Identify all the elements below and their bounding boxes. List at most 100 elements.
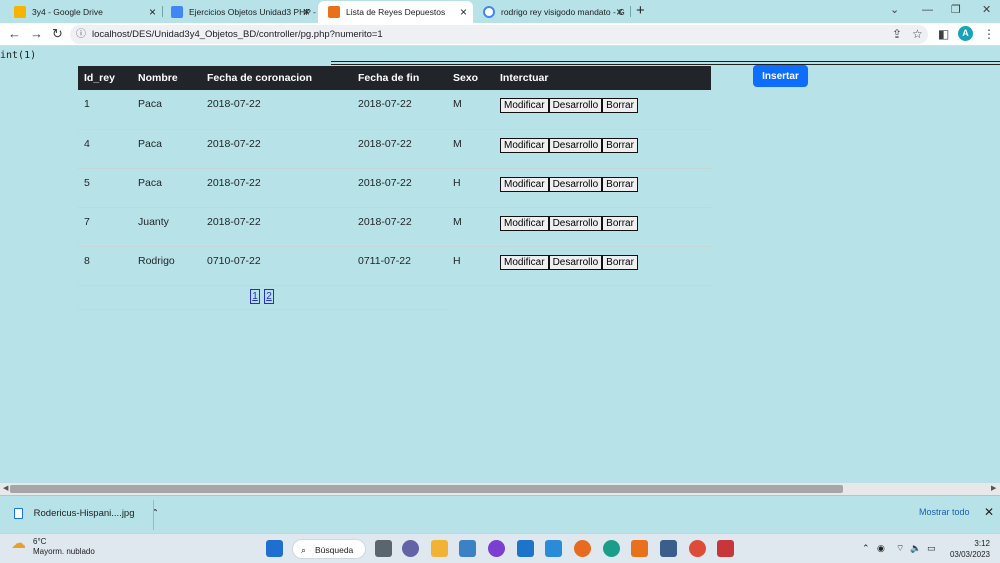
table-row: 7 Juanty 2018-07-22 2018-07-22 M Modific… [78, 207, 711, 247]
tab-search-chevron-icon[interactable]: ⌄ [890, 0, 899, 20]
cell-fin: 2018-07-22 [352, 90, 447, 130]
desarrollo-button[interactable]: Desarrollo [548, 98, 603, 113]
tray-chevron-icon[interactable]: ⌃ [862, 542, 870, 554]
wifi-icon[interactable]: ⌔ [896, 542, 904, 554]
borrar-button[interactable]: Borrar [602, 254, 638, 270]
forward-icon[interactable]: → [30, 26, 43, 42]
close-icon[interactable]: × [616, 1, 623, 23]
restore-icon[interactable]: ❐ [951, 0, 961, 20]
cell-fin: 0711-07-22 [352, 246, 447, 286]
col-header-coronacion: Fecha de coronacion [201, 66, 352, 90]
media-player-icon[interactable] [488, 540, 505, 557]
table-header-row: Id_rey Nombre Fecha de coronacion Fecha … [78, 66, 711, 90]
xampp-icon[interactable] [631, 540, 648, 557]
info-icon[interactable]: ⓘ [76, 25, 86, 44]
table-row: 8 Rodrigo 0710-07-22 0711-07-22 H Modifi… [78, 246, 711, 286]
file-explorer-icon[interactable] [431, 540, 448, 557]
teams-chat-icon[interactable] [402, 540, 419, 557]
tab-google-drive[interactable]: 3y4 - Google Drive × [4, 1, 162, 23]
borrar-button[interactable]: Borrar [602, 176, 638, 192]
tray-app-icon[interactable]: ◉ [877, 542, 885, 554]
borrar-button[interactable]: Borrar [602, 215, 638, 231]
bookmark-star-icon[interactable]: ☆ [912, 26, 923, 42]
kings-table: Id_rey Nombre Fecha de coronacion Fecha … [78, 66, 711, 286]
insertar-button[interactable]: Insertar [753, 65, 808, 87]
borrar-button[interactable]: Borrar [602, 137, 638, 153]
cell-nombre: Paca [132, 168, 201, 208]
horizontal-rule [331, 61, 1000, 65]
download-item[interactable]: Rodericus-Hispani....jpg ⌃ [14, 506, 159, 522]
weather-widget[interactable]: ☁ 6°C Mayorm. nublado [11, 536, 95, 557]
store-icon[interactable] [459, 540, 476, 557]
desarrollo-button[interactable]: Desarrollo [548, 215, 603, 231]
desarrollo-button[interactable]: Desarrollo [548, 176, 603, 192]
new-tab-icon[interactable]: + [636, 1, 645, 21]
edge-icon[interactable] [603, 540, 620, 557]
page-link-1[interactable]: 1 [250, 289, 260, 304]
desarrollo-button[interactable]: Desarrollo [548, 137, 603, 153]
scroll-left-arrow-icon[interactable]: ◀ [3, 483, 8, 495]
windows-start-icon[interactable] [266, 540, 283, 557]
volume-icon[interactable]: 🔈 [910, 542, 921, 554]
snipping-tool-icon[interactable] [717, 540, 734, 557]
tab-ejercicios[interactable]: Ejercicios Objetos Unidad3 PHP - × [161, 1, 316, 23]
scrollbar-thumb[interactable] [10, 485, 843, 493]
cell-sexo: M [447, 207, 494, 247]
desarrollo-button[interactable]: Desarrollo [548, 254, 603, 270]
cell-fin: 2018-07-22 [352, 168, 447, 208]
share-icon[interactable]: ⇪ [892, 26, 902, 42]
modificar-button[interactable]: Modificar [500, 254, 549, 270]
modificar-button[interactable]: Modificar [500, 176, 549, 192]
cell-nombre: Paca [132, 90, 201, 130]
task-view-icon[interactable] [375, 540, 392, 557]
url-text: localhost/DES/Unidad3y4_Objetos_BD/contr… [92, 29, 383, 40]
weather-text: Mayorm. nublado [33, 547, 95, 556]
cell-sexo: M [447, 129, 494, 169]
modificar-button[interactable]: Modificar [500, 137, 549, 153]
borrar-button[interactable]: Borrar [602, 98, 638, 113]
horizontal-scrollbar[interactable]: ◀ ▶ [0, 483, 1000, 495]
cell-actions: Modificar Desarrollo Borrar [494, 129, 711, 169]
show-all-button[interactable]: Mostrar todo [919, 507, 970, 517]
google-icon [483, 6, 495, 18]
mail-icon[interactable] [517, 540, 534, 557]
window-close-icon[interactable]: ✕ [982, 0, 991, 20]
address-bar[interactable]: ⓘ localhost/DES/Unidad3y4_Objetos_BD/con… [70, 25, 928, 44]
close-icon[interactable]: × [460, 1, 467, 23]
cell-actions: Modificar Desarrollo Borrar [494, 207, 711, 247]
cell-nombre: Rodrigo [132, 246, 201, 286]
tab-lista-reyes[interactable]: Lista de Reyes Depuestos × [318, 1, 473, 23]
taskbar-search[interactable]: ⌕ Búsqueda [292, 539, 366, 559]
profile-avatar[interactable]: A [958, 26, 973, 41]
vscode-icon[interactable] [545, 540, 562, 557]
reload-icon[interactable]: ↻ [52, 26, 63, 42]
cell-id: 5 [78, 168, 132, 208]
close-icon[interactable]: × [303, 1, 310, 23]
menu-kebab-icon[interactable]: ⋮ [983, 26, 995, 42]
system-clock[interactable]: 3:12 03/03/2023 [944, 538, 990, 560]
cell-fin: 2018-07-22 [352, 207, 447, 247]
remote-desktop-icon[interactable] [660, 540, 677, 557]
tab-separator [630, 6, 631, 17]
google-drive-icon [14, 6, 26, 18]
chrome-icon[interactable] [689, 540, 706, 557]
close-icon[interactable]: ✕ [984, 505, 994, 519]
minimize-icon[interactable]: — [922, 0, 933, 20]
download-separator [153, 500, 154, 530]
modificar-button[interactable]: Modificar [500, 98, 549, 113]
page-link-2[interactable]: 2 [264, 289, 274, 304]
pagination: 1 2 [78, 285, 448, 310]
cell-coronacion: 0710-07-22 [201, 246, 352, 286]
docs-icon [171, 6, 183, 18]
back-icon[interactable]: ← [8, 26, 21, 42]
scroll-right-arrow-icon[interactable]: ▶ [991, 483, 996, 495]
side-panel-icon[interactable]: ◧ [938, 26, 949, 42]
modificar-button[interactable]: Modificar [500, 215, 549, 231]
battery-icon[interactable]: ▭ [927, 542, 936, 554]
close-icon[interactable]: × [149, 1, 156, 23]
firefox-icon[interactable] [574, 540, 591, 557]
cell-actions: Modificar Desarrollo Borrar [494, 90, 711, 130]
tab-rodrigo-search[interactable]: rodrigo rey visigodo mandato - G × [473, 1, 629, 23]
cell-nombre: Paca [132, 129, 201, 169]
table-row: 4 Paca 2018-07-22 2018-07-22 M Modificar… [78, 129, 711, 169]
